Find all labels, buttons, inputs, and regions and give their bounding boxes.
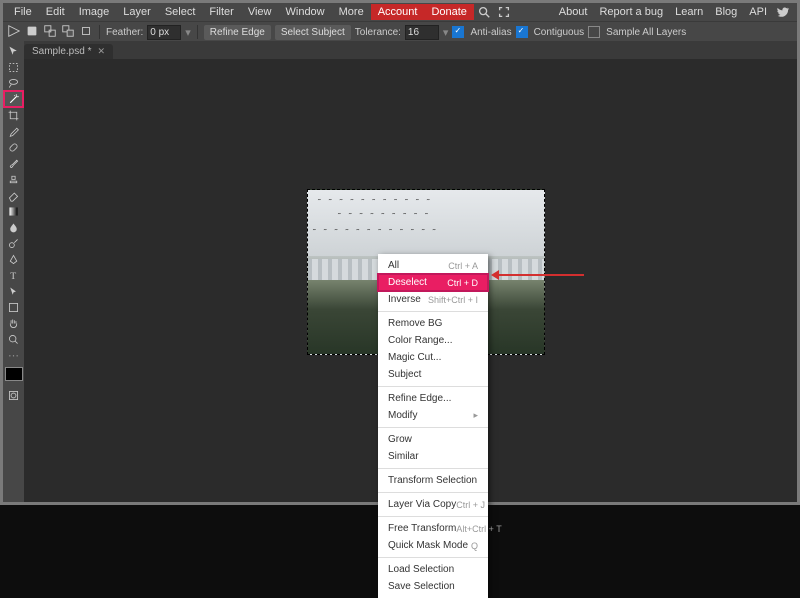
menu-bar: File Edit Image Layer Select Filter View… bbox=[3, 3, 797, 21]
menu-item-save-selection[interactable]: Save Selection bbox=[378, 578, 488, 595]
tool-blur[interactable] bbox=[4, 219, 23, 235]
menu-item-remove-bg[interactable]: Remove BG bbox=[378, 315, 488, 332]
tool-eyedrop[interactable] bbox=[4, 123, 23, 139]
tool-lasso[interactable] bbox=[4, 75, 23, 91]
tool-zoom[interactable] bbox=[4, 331, 23, 347]
mode2-icon[interactable] bbox=[43, 24, 57, 41]
refine-edge-button[interactable]: Refine Edge bbox=[204, 25, 271, 40]
menu-item-subject[interactable]: Subject bbox=[378, 366, 488, 383]
menu-select[interactable]: Select bbox=[158, 4, 203, 20]
antialias-label: Anti-alias bbox=[470, 27, 511, 38]
tool-eraser[interactable] bbox=[4, 187, 23, 203]
menu-item-inverse[interactable]: InverseShift+Ctrl + I bbox=[378, 291, 488, 308]
feather-input[interactable] bbox=[147, 25, 181, 40]
tool-pen[interactable] bbox=[4, 251, 23, 267]
mode4-icon[interactable] bbox=[79, 24, 93, 41]
link-report[interactable]: Report a bug bbox=[593, 4, 669, 20]
annotation-arrow bbox=[494, 274, 584, 276]
tool-heal[interactable] bbox=[4, 139, 23, 155]
menu-item-quick-mask-mode[interactable]: Quick Mask ModeQ bbox=[378, 537, 488, 554]
twitter-icon[interactable] bbox=[776, 5, 790, 19]
tool-preset-icon[interactable] bbox=[7, 24, 21, 41]
link-about[interactable]: About bbox=[553, 4, 594, 20]
tolerance-label: Tolerance: bbox=[355, 27, 401, 38]
menu-edit[interactable]: Edit bbox=[39, 4, 72, 20]
tool-crop[interactable] bbox=[4, 107, 23, 123]
options-bar: Feather: ▾ Refine Edge Select Subject To… bbox=[3, 21, 797, 42]
menu-layer[interactable]: Layer bbox=[116, 4, 158, 20]
tool-shape[interactable] bbox=[4, 299, 23, 315]
document-tabs: Sample.psd * ✕ bbox=[24, 41, 797, 59]
menu-account[interactable]: Account bbox=[371, 4, 425, 20]
fullscreen-icon[interactable] bbox=[497, 5, 511, 19]
mode3-icon[interactable] bbox=[61, 24, 75, 41]
menu-file[interactable]: File bbox=[7, 4, 39, 20]
menu-item-transform-selection[interactable]: Transform Selection bbox=[378, 472, 488, 489]
tool-rect-select[interactable] bbox=[4, 59, 23, 75]
menu-view[interactable]: View bbox=[241, 4, 279, 20]
link-learn[interactable]: Learn bbox=[669, 4, 709, 20]
mode1-icon[interactable] bbox=[25, 24, 39, 41]
close-icon[interactable]: ✕ bbox=[97, 46, 105, 57]
menu-item-refine-edge-[interactable]: Refine Edge... bbox=[378, 390, 488, 407]
menu-item-similar[interactable]: Similar bbox=[378, 448, 488, 465]
tool-path-select[interactable] bbox=[4, 283, 23, 299]
tool-quickmask[interactable] bbox=[4, 387, 23, 403]
tool-extra1[interactable]: ⋯ bbox=[4, 347, 23, 363]
menu-item-load-selection[interactable]: Load Selection bbox=[378, 561, 488, 578]
feather-label: Feather: bbox=[106, 27, 143, 38]
tool-text[interactable]: T bbox=[4, 267, 23, 283]
menu-item-grow[interactable]: Grow bbox=[378, 431, 488, 448]
antialias-checkbox[interactable] bbox=[452, 26, 464, 38]
contiguous-checkbox[interactable] bbox=[516, 26, 528, 38]
tool-palette: T ⋯ bbox=[3, 41, 24, 502]
tool-gradient[interactable] bbox=[4, 203, 23, 219]
menu-filter[interactable]: Filter bbox=[202, 4, 240, 20]
menu-image[interactable]: Image bbox=[72, 4, 117, 20]
select-subject-button[interactable]: Select Subject bbox=[275, 25, 351, 40]
context-menu: AllCtrl + ADeselectCtrl + DInverseShift+… bbox=[378, 254, 488, 598]
alllayers-checkbox[interactable] bbox=[588, 26, 600, 38]
link-api[interactable]: API bbox=[743, 4, 773, 20]
svg-text:T: T bbox=[10, 270, 16, 281]
color-swatches[interactable] bbox=[5, 367, 23, 381]
menu-item-color-range-[interactable]: Color Range... bbox=[378, 332, 488, 349]
contiguous-label: Contiguous bbox=[534, 27, 585, 38]
alllayers-label: Sample All Layers bbox=[606, 27, 686, 38]
menu-item-all[interactable]: AllCtrl + A bbox=[378, 257, 488, 274]
search-icon[interactable] bbox=[477, 5, 491, 19]
tab-label: Sample.psd * bbox=[32, 46, 91, 57]
tolerance-input[interactable] bbox=[405, 25, 439, 40]
tool-brush[interactable] bbox=[4, 155, 23, 171]
menu-window[interactable]: Window bbox=[279, 4, 332, 20]
tool-move[interactable] bbox=[4, 43, 23, 59]
menu-donate[interactable]: Donate bbox=[424, 4, 473, 20]
tool-stamp[interactable] bbox=[4, 171, 23, 187]
menu-more[interactable]: More bbox=[332, 4, 371, 20]
tool-hand[interactable] bbox=[4, 315, 23, 331]
menu-item-deselect[interactable]: DeselectCtrl + D bbox=[378, 274, 488, 291]
tool-dodge[interactable] bbox=[4, 235, 23, 251]
tab-sample[interactable]: Sample.psd * ✕ bbox=[24, 44, 113, 59]
link-blog[interactable]: Blog bbox=[709, 4, 743, 20]
menu-item-modify[interactable]: Modify▸ bbox=[378, 407, 488, 424]
menu-item-magic-cut-[interactable]: Magic Cut... bbox=[378, 349, 488, 366]
canvas-area[interactable]: ˜ ˜ ˜ ˜ ˜ ˜ ˜ ˜ ˜ ˜ ˜ ˜ ˜ ˜ ˜ ˜ ˜ ˜ ˜ ˜ … bbox=[24, 59, 797, 502]
tool-magic-wand[interactable] bbox=[4, 91, 23, 107]
menu-item-free-transform[interactable]: Free TransformAlt+Ctrl + T bbox=[378, 520, 488, 537]
